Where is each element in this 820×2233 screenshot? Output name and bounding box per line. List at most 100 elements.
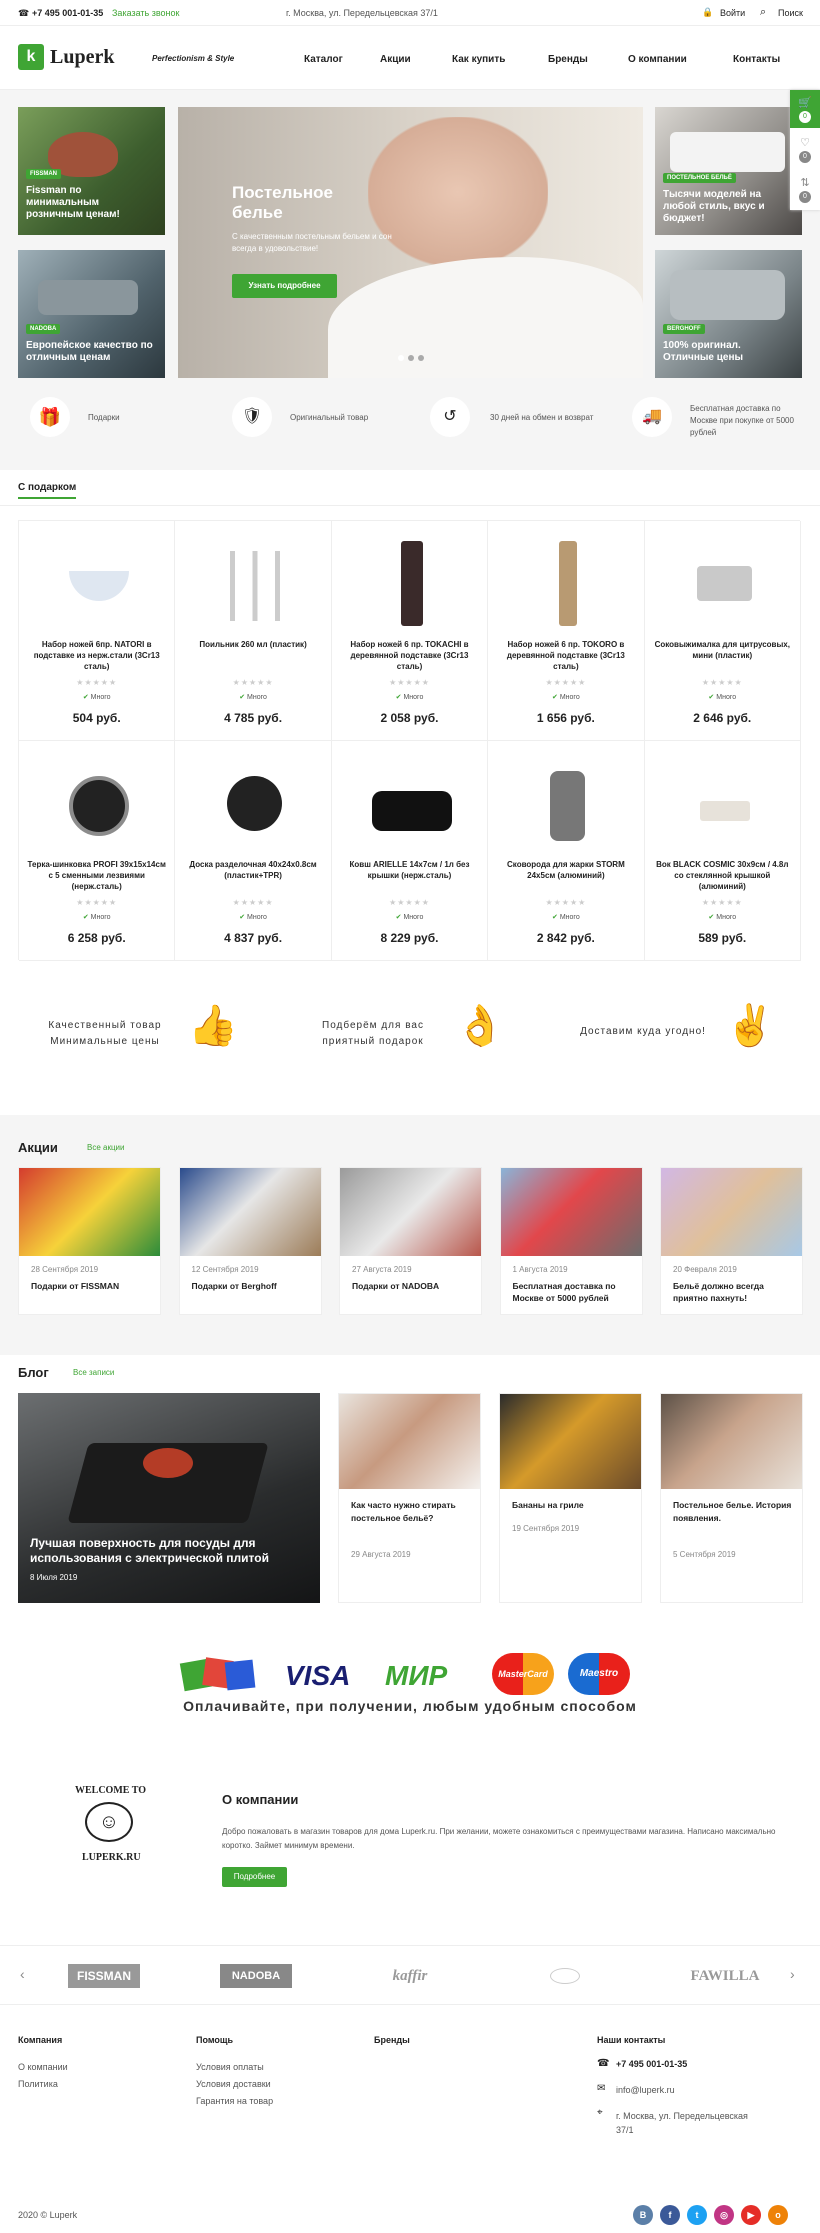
footer-link[interactable]: Условия доставки [196,2079,271,2089]
product-name[interactable]: Набор ножей 6 пр. TOKACHI в деревянной п… [340,639,479,672]
product-image[interactable] [696,566,752,601]
product-card[interactable]: Набор ножей 6 пр. TOKORO в деревянной по… [488,521,645,741]
product-card[interactable]: Вок BLACK COSMIC 30х9см / 4.8л со стекля… [644,741,801,961]
product-image[interactable] [559,541,578,626]
product-image[interactable] [69,571,129,601]
product-image[interactable] [550,771,586,841]
blog-title[interactable]: Как часто нужно стирать постельное бельё… [351,1499,471,1525]
odnoklassniki-icon[interactable]: о [768,2205,788,2225]
promo-card[interactable]: 28 Сентября 2019 Подарки от FISSMAN [18,1167,161,1315]
product-image[interactable] [400,541,423,626]
nav-promos[interactable]: Акции [380,54,411,65]
login-link[interactable]: Войти [720,8,745,18]
product-card[interactable]: Соковыжималка для цитрусовых, мини (плас… [644,521,801,741]
brands-next-icon[interactable]: › [790,1966,795,1982]
nav-how-to-buy[interactable]: Как купить [452,54,505,65]
product-card[interactable]: Терка-шинковка PROFI 39х15х14см с 5 смен… [19,741,176,961]
promo-image[interactable] [500,1168,642,1256]
brand-nadoba[interactable]: NADOBA [220,1964,292,1988]
promo-title[interactable]: Бельё должно всегда приятно пахнуть! [673,1280,793,1304]
logo-mark[interactable]: k [18,44,44,70]
brand-fissman[interactable]: FISSMAN [68,1964,140,1988]
gifts-title[interactable]: С подарком [18,482,77,499]
promo-title[interactable]: Подарки от FISSMAN [31,1280,151,1292]
promo-image[interactable] [661,1168,802,1256]
product-name[interactable]: Соковыжималка для цитрусовых, мини (плас… [653,639,792,661]
product-name[interactable]: Терка-шинковка PROFI 39х15х14см с 5 смен… [27,859,166,892]
brand-roundel[interactable] [550,1968,580,1984]
promo-nadoba[interactable]: NADOBA Европейское качество по отличным … [18,250,165,378]
promo-fissman[interactable]: FISSMAN Fissman по минимальным розничным… [18,107,165,235]
product-name[interactable]: Вок BLACK COSMIC 30х9см / 4.8л со стекля… [653,859,792,892]
all-promos-link[interactable]: Все акции [87,1143,124,1152]
product-name[interactable]: Доска разделочная 40х24х0.8см (пластик+T… [183,859,322,881]
product-image[interactable] [371,791,452,831]
facebook-icon[interactable]: f [660,2205,680,2225]
blog-title[interactable]: Постельное белье. История появления. [673,1499,793,1525]
search-link[interactable]: Поиск [778,8,803,18]
promo-title[interactable]: Подарки от Berghoff [192,1280,312,1292]
product-name[interactable]: Набор ножей 6 пр. TOKORO в деревянной по… [496,639,635,672]
product-name[interactable]: Набор ножей 6пр. NATORI в подставке из н… [27,639,166,672]
product-card[interactable]: Ковш ARIELLE 14х7см / 1л без крышки (нер… [331,741,489,961]
logo-text[interactable]: Luperk [50,46,114,69]
blog-title[interactable]: Бананы на гриле [512,1499,632,1512]
compare-widget[interactable]: ⇅ 0 [790,172,820,210]
promo-title[interactable]: Подарки от NADOBA [352,1280,472,1292]
nav-brands[interactable]: Бренды [548,54,588,65]
promo-berghoff[interactable]: BERGHOFF 100% оригинал. Отличные цены [655,250,802,378]
callback-link[interactable]: Заказать звонок [112,8,179,18]
product-name[interactable]: Поильник 260 мл (пластик) [183,639,322,650]
product-name[interactable]: Сковорода для жарки STORM 24х5см (алюмин… [496,859,635,881]
brand-fawilla[interactable]: FAWILLA [680,1964,770,1988]
product-card[interactable]: Набор ножей 6пр. NATORI в подставке из н… [19,521,176,741]
product-image[interactable] [230,551,281,621]
footer-phone[interactable]: +7 495 001-01-35 [616,2059,687,2069]
top-phone[interactable]: +7 495 001-01-35 [32,8,103,18]
favorites-widget[interactable]: ♡ 0 [790,132,820,170]
blog-image[interactable] [661,1394,802,1489]
nav-contacts[interactable]: Контакты [733,54,780,65]
product-card[interactable]: Сковорода для жарки STORM 24х5см (алюмин… [488,741,645,961]
slider-dot[interactable] [418,355,424,361]
about-more-button[interactable]: Подробнее [222,1867,287,1887]
product-name[interactable]: Ковш ARIELLE 14х7см / 1л без крышки (нер… [340,859,479,881]
brands-prev-icon[interactable]: ‹ [20,1966,25,1982]
blog-card[interactable]: Постельное белье. История появления. 5 Се… [660,1393,803,1603]
product-card[interactable]: Доска разделочная 40х24х0.8см (пластик+T… [175,741,332,961]
youtube-icon[interactable]: ▶ [741,2205,761,2225]
promo-image[interactable] [340,1168,481,1256]
search-icon[interactable]: ⌕ [760,6,766,19]
slider-dot[interactable] [398,355,404,361]
promo-card[interactable]: 1 Августа 2019 Бесплатная доставка по Мос… [499,1167,643,1315]
blog-featured[interactable]: Лучшая поверхность для посуды для исполь… [18,1393,320,1603]
blog-image[interactable] [339,1394,480,1489]
slider-cta-button[interactable]: Узнать подробнее [232,274,337,298]
all-posts-link[interactable]: Все записи [73,1368,114,1377]
slider-dot[interactable] [408,355,414,361]
footer-link[interactable]: Условия оплаты [196,2062,264,2072]
cart-widget[interactable]: 🛒 0 [790,90,820,128]
brand-kaffir[interactable]: kaffir [365,1964,455,1988]
footer-email[interactable]: info@luperk.ru [616,2085,675,2095]
promo-card[interactable]: 27 Августа 2019 Подарки от NADOBA [339,1167,482,1315]
nav-catalog[interactable]: Каталог [304,54,343,65]
promo-image[interactable] [179,1168,321,1256]
promo-card[interactable]: 20 Февраля 2019 Бельё должно всегда прият… [660,1167,803,1315]
product-card[interactable]: Набор ножей 6 пр. TOKACHI в деревянной п… [331,521,489,741]
product-card[interactable]: Поильник 260 мл (пластик) ★★★★★ ✔ Много 4 7… [175,521,332,741]
product-image[interactable] [227,776,283,831]
product-image[interactable] [69,776,129,836]
main-slider[interactable]: Постельное белье С качественным постельн… [178,107,643,378]
product-image[interactable] [699,801,750,821]
blog-image[interactable] [500,1394,641,1489]
promo-title[interactable]: Бесплатная доставка по Москве от 5000 ру… [513,1280,633,1304]
promo-card[interactable]: 12 Сентября 2019 Подарки от Berghoff [178,1167,322,1315]
footer-link[interactable]: Политика [18,2079,58,2089]
promo-bedding[interactable]: ПОСТЕЛЬНОЕ БЕЛЬЁ Тысячи моделей на любой… [655,107,802,235]
instagram-icon[interactable]: ◎ [714,2205,734,2225]
vk-icon[interactable]: В [633,2205,653,2225]
nav-about[interactable]: О компании [628,54,687,65]
blog-card[interactable]: Как часто нужно стирать постельное бельё… [338,1393,481,1603]
twitter-icon[interactable]: t [687,2205,707,2225]
